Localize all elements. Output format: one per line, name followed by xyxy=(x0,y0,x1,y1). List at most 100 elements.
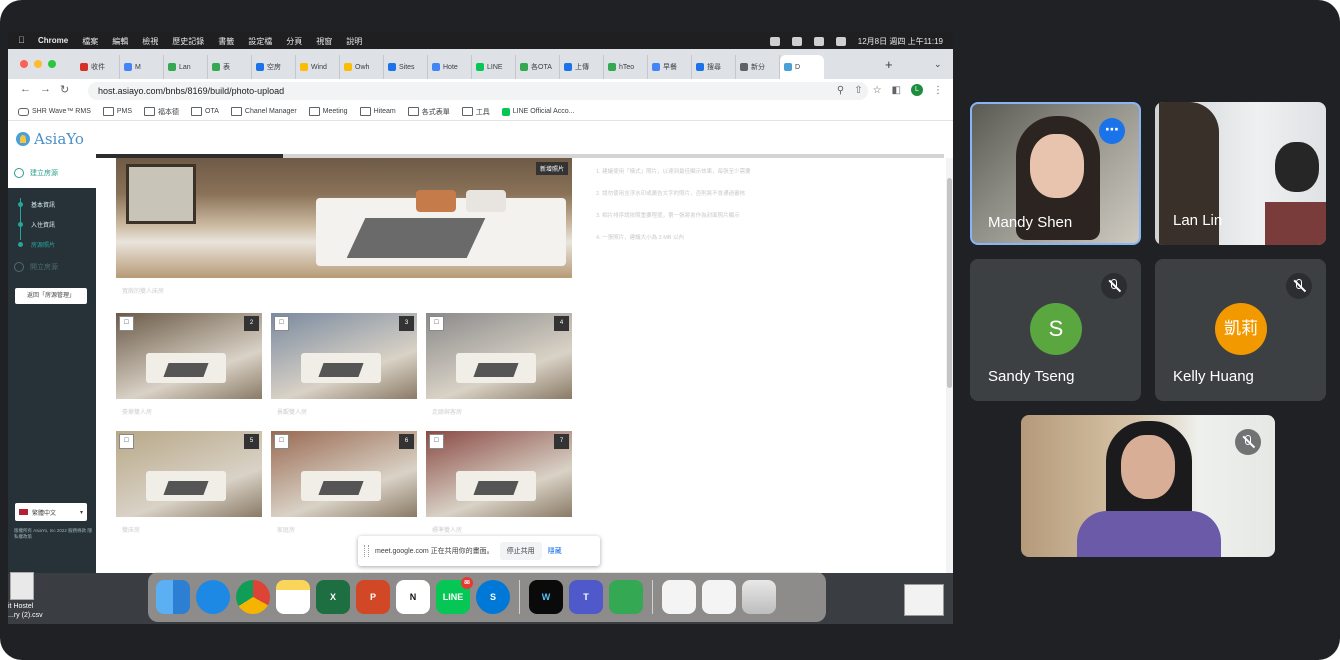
nav-step-1[interactable]: 基本資訊 xyxy=(18,194,55,214)
select-checkbox[interactable]: ☐ xyxy=(119,316,134,331)
profile-avatar[interactable]: L xyxy=(911,84,923,96)
participant-tile-lan[interactable]: Lan Lin xyxy=(1155,102,1326,245)
dock-document-icon[interactable] xyxy=(662,580,696,614)
more-menu-icon[interactable]: ⋮ xyxy=(933,85,943,96)
forward-arrow-icon[interactable]: → xyxy=(40,83,51,95)
photo-thumbnail[interactable]: ☐ 2 xyxy=(116,313,262,399)
dock-document-icon[interactable] xyxy=(702,580,736,614)
browser-tab[interactable]: 上傳 xyxy=(560,55,604,79)
more-options-button[interactable]: ⋯ xyxy=(1099,118,1125,144)
apple-icon[interactable]:  xyxy=(18,35,25,45)
add-photo-tag[interactable]: 新增照片 xyxy=(535,162,568,175)
browser-tab[interactable]: Owh xyxy=(340,55,384,79)
menu-item[interactable]: 分頁 xyxy=(286,36,302,47)
menu-item[interactable]: 編輯 xyxy=(112,36,128,47)
select-checkbox[interactable]: ☐ xyxy=(119,434,134,449)
page-scrollbar[interactable] xyxy=(946,158,953,573)
asiayo-logo[interactable]: AsiaYo xyxy=(16,130,84,148)
participant-tile-kelly[interactable]: 凱莉 Kelly Huang xyxy=(1155,259,1326,401)
reload-icon[interactable]: ↻ xyxy=(60,83,69,96)
menu-item[interactable]: 歷史記錄 xyxy=(172,36,204,47)
back-to-listings-button[interactable]: 返回「房源管理」 xyxy=(15,288,87,304)
bookmark-item[interactable]: SHR Wave™ RMS xyxy=(18,107,91,116)
bookmark-item[interactable]: LINE Official Acco... xyxy=(501,107,575,116)
menu-item[interactable]: Chrome xyxy=(38,36,68,47)
bookmark-item[interactable]: OTA xyxy=(191,107,219,116)
bookmark-item[interactable]: PMS xyxy=(102,107,132,116)
menu-item[interactable]: 視窗 xyxy=(316,36,332,47)
dock-chrome-icon[interactable] xyxy=(236,580,270,614)
language-select[interactable]: 繁體中文 ▾ xyxy=(15,503,87,521)
bookmark-star-icon[interactable]: ☆ xyxy=(873,85,882,96)
dock-powerpoint-icon[interactable]: P xyxy=(356,580,390,614)
browser-tab[interactable]: 搜尋 xyxy=(692,55,736,79)
participant-tile-sandy[interactable]: S Sandy Tseng xyxy=(970,259,1141,401)
select-checkbox[interactable]: ☐ xyxy=(274,434,289,449)
menubar-clock[interactable]: 12月8日 週四 上午11:19 xyxy=(858,36,943,47)
bookmark-item[interactable]: 福本德 xyxy=(144,107,179,117)
menu-item[interactable]: 檔案 xyxy=(82,36,98,47)
browser-tab[interactable]: hTeo xyxy=(604,55,648,79)
photo-thumbnail[interactable]: ☐ 6 xyxy=(271,431,417,517)
cover-photo[interactable]: 新增照片 xyxy=(116,158,572,278)
bookmark-item[interactable]: Hiteam xyxy=(359,107,396,116)
select-checkbox[interactable]: ☐ xyxy=(274,316,289,331)
browser-tab[interactable]: 空房 xyxy=(252,55,296,79)
drag-handle-icon[interactable] xyxy=(364,545,369,557)
status-icon[interactable] xyxy=(791,37,802,46)
address-bar[interactable]: host.asiayo.com/bnbs/8169/build/photo-up… xyxy=(88,82,868,100)
browser-tab[interactable]: Hote xyxy=(428,55,472,79)
photo-thumbnail[interactable]: ☐ 7 xyxy=(426,431,572,517)
dock-webex-icon[interactable]: W xyxy=(529,580,563,614)
status-icon[interactable] xyxy=(769,37,780,46)
nav-step-3[interactable]: 房源照片 xyxy=(18,234,55,254)
menu-item[interactable]: 書籤 xyxy=(218,36,234,47)
bookmark-item[interactable]: 各式表單 xyxy=(407,107,450,117)
browser-tab[interactable]: Sites xyxy=(384,55,428,79)
search-icon[interactable] xyxy=(835,37,846,46)
back-arrow-icon[interactable]: ← xyxy=(20,83,31,95)
dock-trash-icon[interactable] xyxy=(742,580,776,614)
browser-tab[interactable]: 收件 xyxy=(76,55,120,79)
sidepanel-icon[interactable]: ◧ xyxy=(892,85,901,96)
tab-search-icon[interactable]: ⌄ xyxy=(934,59,942,70)
photo-thumbnail[interactable]: ☐ 4 xyxy=(426,313,572,399)
dock-teams-icon[interactable]: T xyxy=(569,580,603,614)
zoom-icon[interactable]: ⚲ xyxy=(837,85,844,96)
participant-tile-self[interactable] xyxy=(1021,415,1275,557)
photo-thumbnail[interactable]: ☐ 5 xyxy=(116,431,262,517)
dock-excel-icon[interactable]: X xyxy=(316,580,350,614)
minimize-window-button[interactable] xyxy=(34,60,42,68)
photo-thumbnail[interactable]: ☐ 3 xyxy=(271,313,417,399)
desktop-file-icon[interactable] xyxy=(10,572,34,600)
select-checkbox[interactable]: ☐ xyxy=(429,316,444,331)
bookmark-item[interactable]: 工具 xyxy=(461,107,490,117)
menu-item[interactable]: 檢視 xyxy=(142,36,158,47)
browser-tab[interactable]: 各OTA xyxy=(516,55,560,79)
stop-sharing-button[interactable]: 停止共用 xyxy=(499,542,542,560)
dock-notion-icon[interactable]: N xyxy=(396,580,430,614)
menu-item[interactable]: 設定檔 xyxy=(248,36,272,47)
dock-notes-icon[interactable] xyxy=(276,580,310,614)
browser-tab[interactable]: 早餐 xyxy=(648,55,692,79)
share-icon[interactable]: ⇧ xyxy=(854,85,862,96)
hide-button[interactable]: 隱藏 xyxy=(548,546,562,556)
dock-numbers-icon[interactable] xyxy=(609,580,643,614)
menu-item[interactable]: 說明 xyxy=(346,36,362,47)
dock-line-icon[interactable]: LINE 88 xyxy=(436,577,473,614)
bookmark-item[interactable]: Meeting xyxy=(308,107,348,116)
dock-skype-icon[interactable]: S xyxy=(476,580,510,614)
zoom-window-button[interactable] xyxy=(48,60,56,68)
new-tab-button[interactable]: + xyxy=(885,57,893,72)
bookmark-item[interactable]: Chanel Manager xyxy=(230,107,297,116)
browser-tab[interactable]: Lan xyxy=(164,55,208,79)
browser-tab[interactable]: D xyxy=(780,55,824,79)
browser-tab[interactable]: LINE xyxy=(472,55,516,79)
dock-safari-icon[interactable] xyxy=(196,580,230,614)
browser-tab[interactable]: 新分 xyxy=(736,55,780,79)
screenshot-thumbnail[interactable] xyxy=(904,584,944,616)
nav-step-2[interactable]: 入住資訊 xyxy=(18,214,55,234)
scrollbar-thumb[interactable] xyxy=(947,178,952,388)
close-window-button[interactable] xyxy=(20,60,28,68)
select-checkbox[interactable]: ☐ xyxy=(429,434,444,449)
